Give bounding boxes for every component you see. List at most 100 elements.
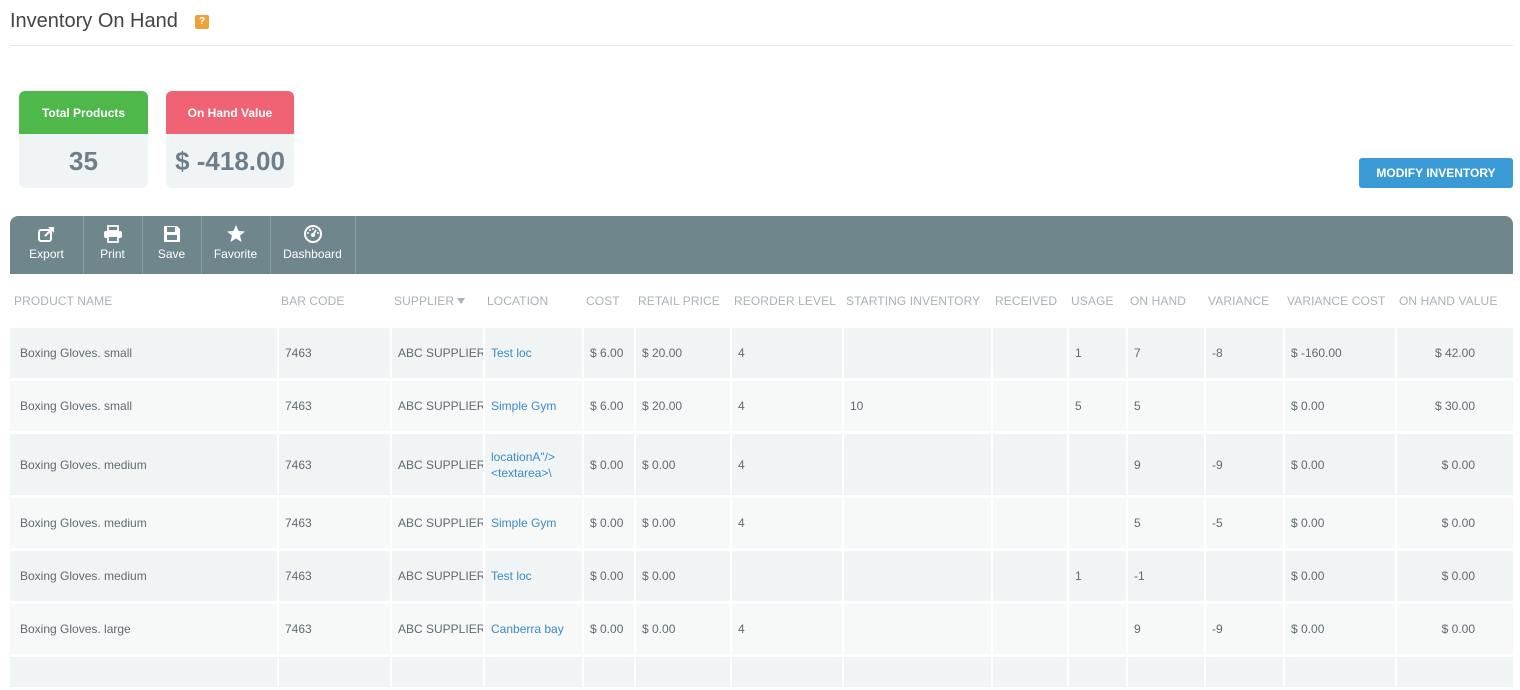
cell-supplier: ABC SUPPLIER!: [390, 551, 483, 604]
cell-location[interactable]: [483, 657, 582, 690]
page-header: Inventory On Hand ?: [10, 0, 1513, 46]
col-bar-code[interactable]: BAR CODE: [277, 274, 390, 328]
cell-product-name: Boxing Gloves. medium: [10, 551, 277, 604]
cell-cost: [582, 657, 634, 690]
report-toolbar: Export Print Save Favorite Dashboard: [10, 216, 1513, 274]
cell-cost: $ 0.00: [582, 498, 634, 551]
col-variance[interactable]: VARIANCE: [1204, 274, 1283, 328]
cell-received: [991, 328, 1067, 381]
col-location[interactable]: LOCATION: [483, 274, 582, 328]
cell-starting-inventory: 10: [842, 381, 991, 434]
col-product-name[interactable]: PRODUCT NAME: [10, 274, 277, 328]
cell-on-hand: -1: [1126, 551, 1204, 604]
save-button[interactable]: Save: [142, 216, 202, 274]
cell-location[interactable]: Simple Gym: [483, 498, 582, 551]
cell-on-hand-value: $ 0.00: [1395, 434, 1513, 498]
col-supplier[interactable]: SUPPLIER: [390, 274, 483, 328]
cell-received: [991, 657, 1067, 690]
cell-usage: [1067, 498, 1126, 551]
dashboard-gauge-icon: [303, 225, 322, 243]
cell-variance: [1204, 381, 1283, 434]
table-header-row: PRODUCT NAME BAR CODE SUPPLIER LOCATION …: [10, 274, 1513, 328]
cell-on-hand: 5: [1126, 381, 1204, 434]
on-hand-value-amount: $ -418.00: [175, 146, 285, 176]
cell-usage: 1: [1067, 328, 1126, 381]
cell-bar-code: 7463: [277, 604, 390, 657]
col-cost[interactable]: COST: [582, 274, 634, 328]
cell-starting-inventory: [842, 551, 991, 604]
cell-on-hand: 9: [1126, 604, 1204, 657]
cell-reorder-level: 4: [730, 434, 842, 498]
cell-product-name: [10, 657, 277, 690]
col-received[interactable]: RECEIVED: [991, 274, 1067, 328]
cell-variance: -8: [1204, 328, 1283, 381]
cell-supplier: [390, 657, 483, 690]
on-hand-value-label: On Hand Value: [166, 91, 294, 134]
modify-inventory-button[interactable]: MODIFY INVENTORY: [1359, 158, 1513, 188]
cell-variance: [1204, 657, 1283, 690]
help-icon[interactable]: ?: [195, 15, 209, 29]
favorite-button[interactable]: Favorite: [201, 216, 271, 274]
cell-usage: [1067, 434, 1126, 498]
cell-retail-price: [634, 657, 730, 690]
cell-on-hand-value: [1395, 657, 1513, 690]
cell-variance-cost: $ 0.00: [1283, 551, 1395, 604]
cell-usage: 5: [1067, 381, 1126, 434]
cell-location[interactable]: Test loc: [483, 551, 582, 604]
col-usage[interactable]: USAGE: [1067, 274, 1126, 328]
col-reorder-level[interactable]: REORDER LEVEL: [730, 274, 842, 328]
cell-supplier: ABC SUPPLIER!: [390, 434, 483, 498]
cell-variance: -9: [1204, 604, 1283, 657]
print-button[interactable]: Print: [83, 216, 143, 274]
export-icon: [37, 227, 54, 242]
col-on-hand-value[interactable]: ON HAND VALUE: [1395, 274, 1513, 328]
cell-on-hand: 5: [1126, 498, 1204, 551]
table-row[interactable]: Boxing Gloves. small 7463 ABC SUPPLIER! Tes…: [10, 328, 1513, 381]
cell-usage: [1067, 604, 1126, 657]
cell-location[interactable]: Canberra bay: [483, 604, 582, 657]
cell-on-hand: 7: [1126, 328, 1204, 381]
cell-reorder-level: 4: [730, 381, 842, 434]
cell-reorder-level: [730, 657, 842, 690]
cell-product-name: Boxing Gloves. large: [10, 604, 277, 657]
cell-cost: $ 6.00: [582, 328, 634, 381]
cell-location[interactable]: Test loc: [483, 328, 582, 381]
table-row[interactable]: Boxing Gloves. small 7463 ABC SUPPLIER! Sim…: [10, 381, 1513, 434]
cell-location[interactable]: Simple Gym: [483, 381, 582, 434]
dashboard-button[interactable]: Dashboard: [270, 216, 356, 274]
table-row[interactable]: Boxing Gloves. medium 7463 ABC SUPPLIER! Si…: [10, 498, 1513, 551]
cell-reorder-level: 4: [730, 604, 842, 657]
cell-reorder-level: 4: [730, 498, 842, 551]
cell-location[interactable]: locationA"/> <textarea>\: [483, 434, 582, 498]
cell-cost: $ 6.00: [582, 381, 634, 434]
cell-bar-code: 7463: [277, 498, 390, 551]
cell-starting-inventory: [842, 657, 991, 690]
cell-on-hand-value: $ 42.00: [1395, 328, 1513, 381]
total-products-value: 35: [69, 146, 98, 176]
cell-variance-cost: [1283, 657, 1395, 690]
cell-variance: -9: [1204, 434, 1283, 498]
cell-retail-price: $ 0.00: [634, 498, 730, 551]
cell-received: [991, 604, 1067, 657]
cell-variance: [1204, 551, 1283, 604]
cell-variance-cost: $ -160.00: [1283, 328, 1395, 381]
table-row[interactable]: Boxing Gloves. large 7463 ABC SUPPLIER! Can…: [10, 604, 1513, 657]
cell-product-name: Boxing Gloves. small: [10, 328, 277, 381]
cell-bar-code: 7463: [277, 381, 390, 434]
cell-on-hand-value: $ 0.00: [1395, 498, 1513, 551]
cell-variance: -5: [1204, 498, 1283, 551]
col-retail-price[interactable]: RETAIL PRICE: [634, 274, 730, 328]
cell-usage: 1: [1067, 551, 1126, 604]
col-starting-inventory[interactable]: STARTING INVENTORY: [842, 274, 991, 328]
table-row[interactable]: Boxing Gloves. medium 7463 ABC SUPPLIER! lo…: [10, 434, 1513, 498]
table-row[interactable]: [10, 657, 1513, 690]
export-label: Export: [29, 247, 64, 261]
table-row[interactable]: Boxing Gloves. medium 7463 ABC SUPPLIER! Te…: [10, 551, 1513, 604]
total-products-card: Total Products 35: [19, 91, 148, 188]
favorite-label: Favorite: [213, 247, 258, 261]
col-variance-cost[interactable]: VARIANCE COST: [1283, 274, 1395, 328]
cell-cost: $ 0.00: [582, 604, 634, 657]
export-button[interactable]: Export: [10, 216, 84, 274]
col-on-hand[interactable]: ON HAND: [1126, 274, 1204, 328]
cell-bar-code: 7463: [277, 328, 390, 381]
